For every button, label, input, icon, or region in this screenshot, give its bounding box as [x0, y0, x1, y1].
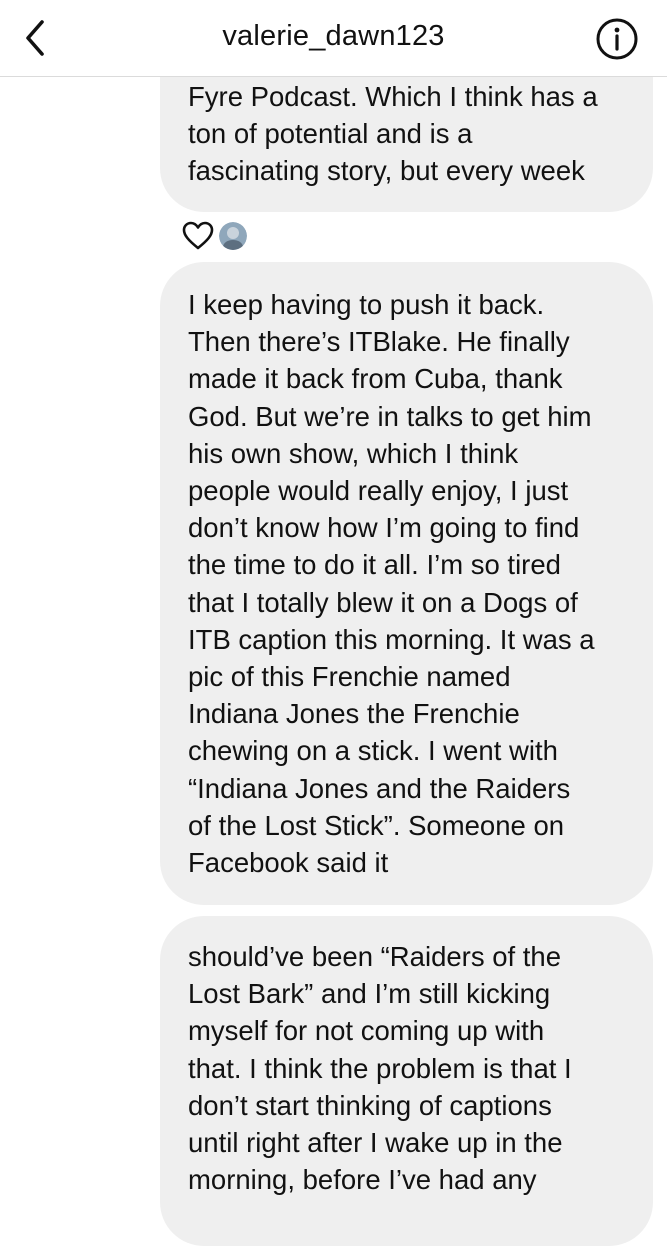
heart-outline-icon[interactable]: [181, 220, 215, 252]
message-line: fascinating story, but every week: [188, 155, 585, 187]
message-line: Fyre Podcast. Which I think has a: [188, 81, 598, 112]
message-line: Lost Bark” and I’m still kicking: [188, 978, 551, 1010]
message-line: chewing on a stick. I went with: [188, 735, 558, 767]
message-line: ITB caption this morning. It was a: [188, 623, 595, 655]
message-bubble[interactable]: I keep having to push it back. Then ther…: [160, 262, 653, 905]
message-line: Indiana Jones the Frenchie: [188, 698, 520, 730]
message-line: the time to do it all. I’m so tired: [188, 549, 561, 581]
message-line: should’ve been “Raiders of the: [188, 941, 562, 972]
message-line: ton of potential and is a: [188, 118, 473, 150]
message-line: of the Lost Stick”. Someone on: [188, 809, 565, 841]
message-line: I keep having to push it back.: [188, 289, 545, 320]
avatar: [219, 222, 247, 250]
message-line: that I totally blew it on a Dogs of: [188, 586, 578, 618]
message-line: Then there’s ITBlake. He finally: [188, 326, 570, 358]
message-reactions[interactable]: [181, 219, 247, 253]
info-button[interactable]: [594, 16, 640, 62]
message-line: people would really enjoy, I just: [188, 475, 569, 507]
message-line: “Indiana Jones and the Raiders: [188, 772, 571, 804]
message-line: made it back from Cuba, thank: [188, 363, 563, 395]
message-line: Facebook said it: [188, 847, 389, 879]
message-line: don’t know how I’m going to find: [188, 512, 580, 544]
message-line: God. But we’re in talks to get him: [188, 400, 592, 432]
chat-header: valerie_dawn123: [0, 0, 667, 77]
message-line: until right after I wake up in the: [188, 1127, 563, 1159]
info-circle-icon: [596, 18, 638, 60]
message-bubble[interactable]: should’ve been “Raiders of the Lost Bark…: [160, 916, 653, 1246]
conversation-title[interactable]: valerie_dawn123: [0, 20, 667, 53]
message-line: pic of this Frenchie named: [188, 661, 511, 693]
message-line: his own show, which I think: [188, 437, 519, 469]
message-line: that. I think the problem is that I: [188, 1052, 572, 1084]
message-line: don’t start thinking of captions: [188, 1089, 552, 1121]
message-line: myself for not coming up with: [188, 1015, 545, 1047]
message-line: morning, before I’ve had any: [188, 1164, 537, 1196]
